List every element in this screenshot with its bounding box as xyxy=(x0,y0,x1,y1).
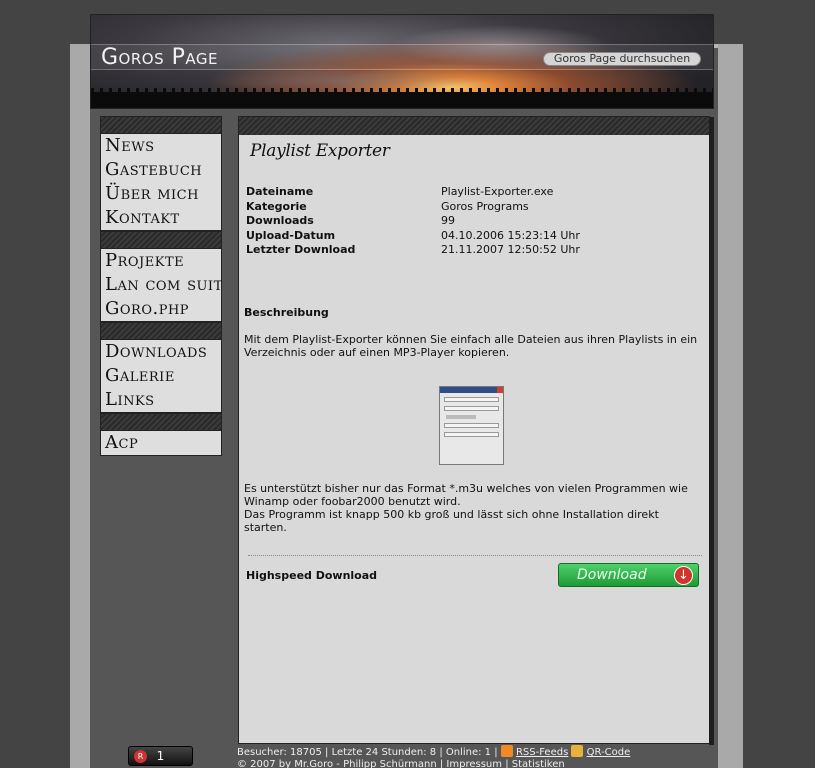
sidebar-item-lan-com-suite[interactable]: Lan com suite xyxy=(101,273,221,297)
table-row: Kategorie Goros Programs xyxy=(246,200,580,215)
thumbnail-field xyxy=(444,397,499,402)
info-value: 04.10.2006 15:23:14 Uhr xyxy=(441,228,580,242)
sidebar-strip xyxy=(100,231,222,249)
table-row: Upload-Datum 04.10.2006 15:23:14 Uhr xyxy=(246,229,580,244)
sidebar-item-projekte[interactable]: Projekte xyxy=(101,249,221,273)
sidebar-strip xyxy=(100,322,222,340)
qr-code-link[interactable]: QR-Code xyxy=(587,747,631,758)
info-value: Goros Programs xyxy=(441,199,529,213)
content-strip xyxy=(239,117,709,135)
thumbnail-field xyxy=(444,432,499,437)
table-row: Dateiname Playlist-Exporter.exe xyxy=(246,185,580,200)
thumbnail-field xyxy=(444,406,499,411)
info-key: Letzter Download xyxy=(246,243,356,256)
footer-separator: | xyxy=(505,759,509,768)
qr-code-icon xyxy=(571,745,584,757)
page-title: Playlist Exporter xyxy=(250,141,390,161)
format-line: Es unterstützt bisher nur das Format *.m… xyxy=(244,482,688,495)
impressum-link[interactable]: Impressum xyxy=(446,759,502,768)
sidebar-group-media: Downloads Galerie Links xyxy=(100,340,222,413)
description-text: Mit dem Playlist-Exporter können Sie ein… xyxy=(244,333,698,359)
sidebar-item-goro-php[interactable]: Goro.php xyxy=(101,297,221,321)
counter-value: 1 xyxy=(156,749,165,763)
rss-feeds-link[interactable]: RSS-Feeds xyxy=(516,747,568,758)
footer-stats-line: Besucher: 18705 | Letzte 24 Stunden: 8 |… xyxy=(237,745,717,759)
download-button-label: Download xyxy=(577,567,647,583)
visitor-stats: Besucher: 18705 | Letzte 24 Stunden: 8 |… xyxy=(237,747,498,758)
site-title[interactable]: Goros Page xyxy=(101,45,218,70)
info-value: 99 xyxy=(441,214,455,227)
info-key: Upload-Datum xyxy=(246,228,336,242)
divider xyxy=(248,555,702,556)
page-shell-left-border xyxy=(70,44,90,768)
highspeed-download-label: Highspeed Download xyxy=(246,569,378,582)
content-scrollbar[interactable] xyxy=(709,117,714,745)
thumbnail-checkbox xyxy=(446,415,476,419)
sidebar: News Gastebuch Über mich Kontakt Projekt… xyxy=(100,116,222,456)
header-banner: Goros Page Goros Page durchsuchen xyxy=(90,14,714,109)
sidebar-item-downloads[interactable]: Downloads xyxy=(101,340,221,364)
footer: Besucher: 18705 | Letzte 24 Stunden: 8 |… xyxy=(237,745,717,768)
search-button[interactable]: Goros Page durchsuchen xyxy=(543,52,701,66)
table-row: Downloads 99 xyxy=(246,214,580,229)
sidebar-item-acp[interactable]: Acp xyxy=(101,431,221,455)
sidebar-group-main: News Gastebuch Über mich Kontakt xyxy=(100,134,222,231)
sidebar-strip xyxy=(100,116,222,134)
sidebar-item-galerie[interactable]: Galerie xyxy=(101,364,221,388)
file-info-table: Dateiname Playlist-Exporter.exe Kategori… xyxy=(246,185,580,258)
header-horizon xyxy=(91,92,713,108)
main-content: Playlist Exporter Dateiname Playlist-Exp… xyxy=(238,116,714,745)
footer-copyright-line: © 2007 by Mr.Goro - Philipp Schürmann | … xyxy=(237,759,717,768)
sidebar-item-news[interactable]: News xyxy=(101,134,221,158)
info-key: Dateiname xyxy=(246,185,314,198)
rss-icon xyxy=(500,745,513,757)
sidebar-item-gastebuch[interactable]: Gastebuch xyxy=(101,158,221,182)
visitor-counter-badge[interactable]: R 1 xyxy=(128,746,193,766)
format-line: Winamp oder foobar2000 benutzt wird. xyxy=(244,495,461,508)
sidebar-item-links[interactable]: Links xyxy=(101,388,221,412)
sidebar-strip xyxy=(100,413,222,431)
info-key: Kategorie xyxy=(246,199,307,213)
sidebar-group-projects: Projekte Lan com suite Goro.php xyxy=(100,249,222,322)
thumbnail-field xyxy=(444,423,499,428)
screenshot-thumbnail[interactable] xyxy=(439,386,504,465)
sidebar-item-kontakt[interactable]: Kontakt xyxy=(101,206,221,230)
format-text: Es unterstützt bisher nur das Format *.m… xyxy=(244,482,704,534)
sidebar-group-admin: Acp xyxy=(100,431,222,456)
format-line: Das Programm ist knapp 500 kb groß und l… xyxy=(244,508,659,534)
description-heading: Beschreibung xyxy=(244,306,329,319)
copyright-text: © 2007 by Mr.Goro - Philipp Schürmann | xyxy=(237,759,444,768)
download-button[interactable]: Download ↓ xyxy=(558,563,699,587)
counter-icon: R xyxy=(134,750,147,763)
close-icon xyxy=(497,387,503,393)
arrow-down-icon: ↓ xyxy=(674,566,693,585)
sidebar-item-ueber-mich[interactable]: Über mich xyxy=(101,182,221,206)
info-key: Downloads xyxy=(246,214,314,227)
info-value: 21.11.2007 12:50:52 Uhr xyxy=(441,243,580,256)
table-row: Letzter Download 21.11.2007 12:50:52 Uhr xyxy=(246,243,580,258)
thumbnail-titlebar xyxy=(440,387,503,393)
statistiken-link[interactable]: Statistiken xyxy=(512,759,565,768)
info-value: Playlist-Exporter.exe xyxy=(441,185,554,198)
page-shell-right-border xyxy=(718,44,743,768)
